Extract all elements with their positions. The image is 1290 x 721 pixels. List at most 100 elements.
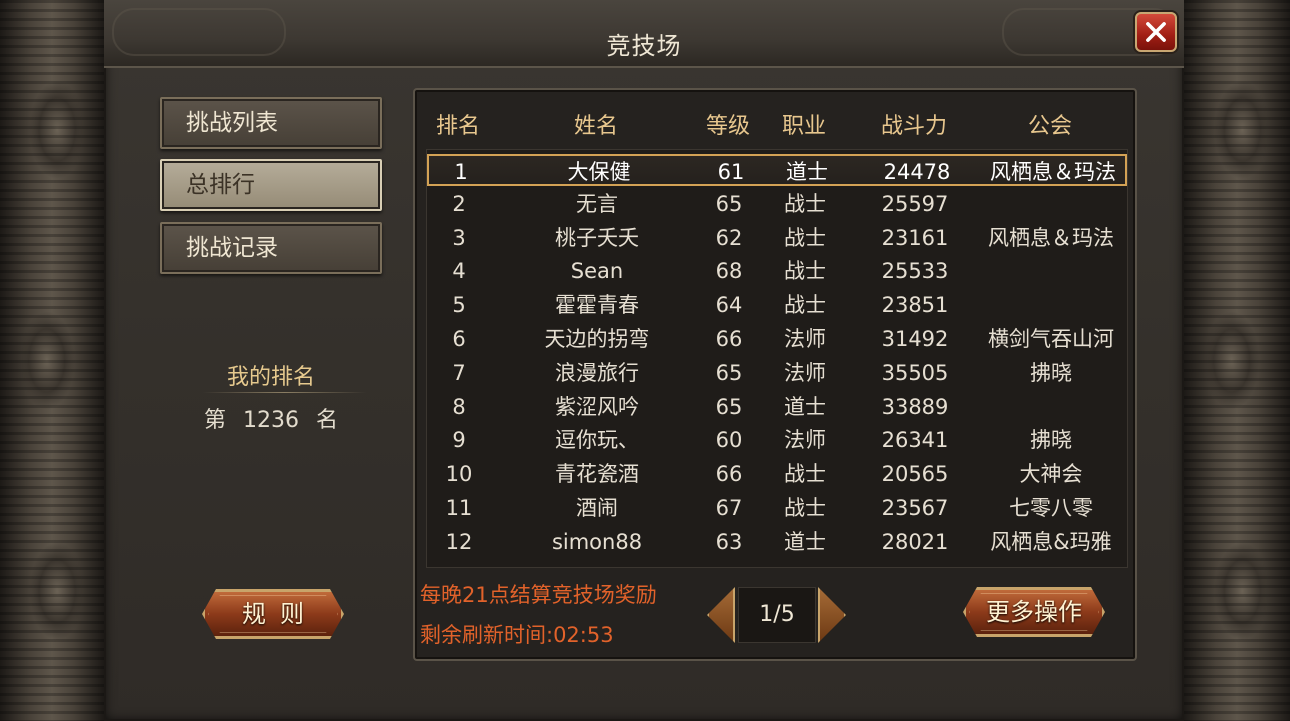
col-class-cell: 法师 xyxy=(784,428,826,453)
col-class-cell: 战士 xyxy=(784,259,826,284)
col-power-cell: 26341 xyxy=(881,428,949,453)
col-class-cell: 道士 xyxy=(786,160,828,184)
col-guild-cell: 风栖息＆玛法 xyxy=(988,225,1114,250)
col-rank-cell: 10 xyxy=(445,462,473,487)
col-guild-cell xyxy=(973,289,1129,321)
tab-overall-ranking[interactable]: 总排行 xyxy=(160,159,382,211)
ranking-table: 1 大保健 61 道士 24478 风栖息＆玛法 2 无言 65 战士 25597 3 桃子夭夭 62 战士… xyxy=(426,149,1128,568)
table-row[interactable]: 1 大保健 61 道士 24478 风栖息＆玛法 xyxy=(427,154,1127,186)
table-header: 排名 姓名 等级 职业 战斗力 公会 xyxy=(415,108,1135,144)
col-name-cell: simon88 xyxy=(551,529,643,554)
col-power-cell: 23567 xyxy=(881,496,949,520)
tab-label: 挑战记录 xyxy=(186,235,278,261)
col-rank-cell: 8 xyxy=(452,394,466,419)
col-name-cell: 紫涩风吟 xyxy=(555,394,639,419)
col-power-cell: 25533 xyxy=(881,259,949,284)
my-rank-value: 第 1236 名 xyxy=(160,402,382,434)
col-level-cell: 61 xyxy=(717,160,745,184)
col-power-cell: 28021 xyxy=(881,529,949,554)
tab-challenge-list[interactable]: 挑战列表 xyxy=(160,97,382,149)
prev-page-button[interactable] xyxy=(707,587,735,643)
col-power-cell: 20565 xyxy=(881,462,949,487)
my-rank-label: 我的排名 xyxy=(226,365,315,390)
col-name-cell: Sean xyxy=(570,259,624,284)
col-rank-cell: 7 xyxy=(452,360,466,385)
rank-suffix: 名 xyxy=(316,408,339,433)
col-level-cell: 63 xyxy=(715,529,743,554)
left-ornate-pillar xyxy=(0,0,104,721)
table-row[interactable]: 10 青花瓷酒 66 战士 20565 大神会 xyxy=(427,458,1127,490)
more-actions-button[interactable]: 更多操作 xyxy=(963,587,1105,637)
divider xyxy=(202,392,367,393)
col-rank-cell: 12 xyxy=(445,529,473,554)
col-rank-cell: 5 xyxy=(452,293,466,318)
col-level-cell: 62 xyxy=(715,225,743,250)
col-level-cell: 65 xyxy=(715,191,743,216)
table-row[interactable]: 3 桃子夭夭 62 战士 23161 风栖息＆玛法 xyxy=(427,222,1127,254)
col-rank-cell: 1 xyxy=(454,160,468,184)
table-row[interactable]: 9 逗你玩、 60 法师 26341 拂晓 xyxy=(427,424,1127,456)
col-guild-cell: 大神会 xyxy=(1019,462,1083,487)
col-level-cell: 66 xyxy=(715,462,743,487)
col-class-cell: 战士 xyxy=(784,293,826,318)
col-class-cell: 战士 xyxy=(784,462,826,487)
ranking-panel: 排名 姓名 等级 职业 战斗力 公会 1 大保健 61 道士 24478 风栖息＆玛法 2 无言 65 战士… xyxy=(413,88,1137,661)
col-rank-cell: 4 xyxy=(452,259,466,284)
col-level-cell: 68 xyxy=(715,259,743,284)
col-name-cell: 无言 xyxy=(576,191,618,216)
table-row[interactable]: 11 酒闹 67 战士 23567 七零八零 xyxy=(427,492,1127,524)
col-guild-cell xyxy=(973,188,1129,220)
col-power-cell: 31492 xyxy=(881,327,949,351)
page-indicator: 1/5 xyxy=(738,587,816,643)
col-rank-cell: 2 xyxy=(452,191,466,216)
col-power-cell: 33889 xyxy=(881,394,949,419)
header-col-rank: 排名 xyxy=(435,114,480,139)
col-rank-cell: 3 xyxy=(452,225,466,250)
col-name-cell: 酒闹 xyxy=(576,496,618,520)
col-rank-cell: 6 xyxy=(452,327,466,351)
col-class-cell: 战士 xyxy=(784,496,826,520)
tab-label: 挑战列表 xyxy=(186,110,278,136)
rules-button[interactable]: 规则 xyxy=(202,589,344,639)
col-level-cell: 67 xyxy=(715,496,743,520)
col-guild-cell: 拂晓 xyxy=(1030,428,1072,453)
col-class-cell: 战士 xyxy=(784,191,826,216)
col-class-cell: 道士 xyxy=(784,394,826,419)
next-page-button[interactable] xyxy=(818,587,846,643)
col-guild-cell: 风栖息&玛雅 xyxy=(990,529,1112,554)
settlement-notice: 每晚21点结算竞技场奖励 xyxy=(420,583,657,607)
col-class-cell: 战士 xyxy=(784,225,826,250)
col-class-cell: 法师 xyxy=(784,360,826,385)
table-row[interactable]: 12 simon88 63 道士 28021 风栖息&玛雅 xyxy=(427,526,1127,558)
table-row[interactable]: 6 天边的拐弯 66 法师 31492 横剑气吞山河 xyxy=(427,323,1127,355)
header-col-level: 等级 xyxy=(705,114,750,139)
table-row[interactable]: 7 浪漫旅行 65 法师 35505 拂晓 xyxy=(427,357,1127,389)
col-guild-cell: 风栖息＆玛法 xyxy=(990,160,1116,184)
col-name-cell: 桃子夭夭 xyxy=(555,225,639,250)
col-guild-cell xyxy=(973,255,1129,287)
col-class-cell: 道士 xyxy=(784,529,826,554)
col-guild-cell: 拂晓 xyxy=(1030,360,1072,385)
col-level-cell: 66 xyxy=(715,327,743,351)
refresh-timer: 剩余刷新时间:02:53 xyxy=(420,623,614,647)
table-row[interactable]: 2 无言 65 战士 25597 xyxy=(427,188,1127,220)
col-name-cell: 逗你玩、 xyxy=(555,428,639,453)
col-class-cell: 法师 xyxy=(784,327,826,351)
table-row[interactable]: 8 紫涩风吟 65 道士 33889 xyxy=(427,391,1127,423)
rank-number: 1236 xyxy=(243,408,299,433)
table-row[interactable]: 4 Sean 68 战士 25533 xyxy=(427,255,1127,287)
col-power-cell: 23161 xyxy=(881,225,949,250)
tab-challenge-record[interactable]: 挑战记录 xyxy=(160,222,382,274)
col-power-cell: 23851 xyxy=(881,293,949,318)
table-row[interactable]: 5 霍霍青春 64 战士 23851 xyxy=(427,289,1127,321)
window-title: 竞技场 xyxy=(606,32,682,60)
col-guild-cell: 七零八零 xyxy=(1009,496,1093,520)
col-power-cell: 25597 xyxy=(881,191,949,216)
close-button[interactable] xyxy=(1135,12,1177,52)
col-level-cell: 65 xyxy=(715,360,743,385)
right-ornate-pillar xyxy=(1184,0,1290,721)
col-name-cell: 浪漫旅行 xyxy=(555,360,639,385)
col-name-cell: 霍霍青春 xyxy=(555,293,639,318)
arena-window: 竞技场 挑战列表 总排行 挑战记录 我的排名 第 1236 名 规则 排名 姓名等… xyxy=(104,0,1184,721)
header-col-guild: 公会 xyxy=(1027,114,1072,139)
